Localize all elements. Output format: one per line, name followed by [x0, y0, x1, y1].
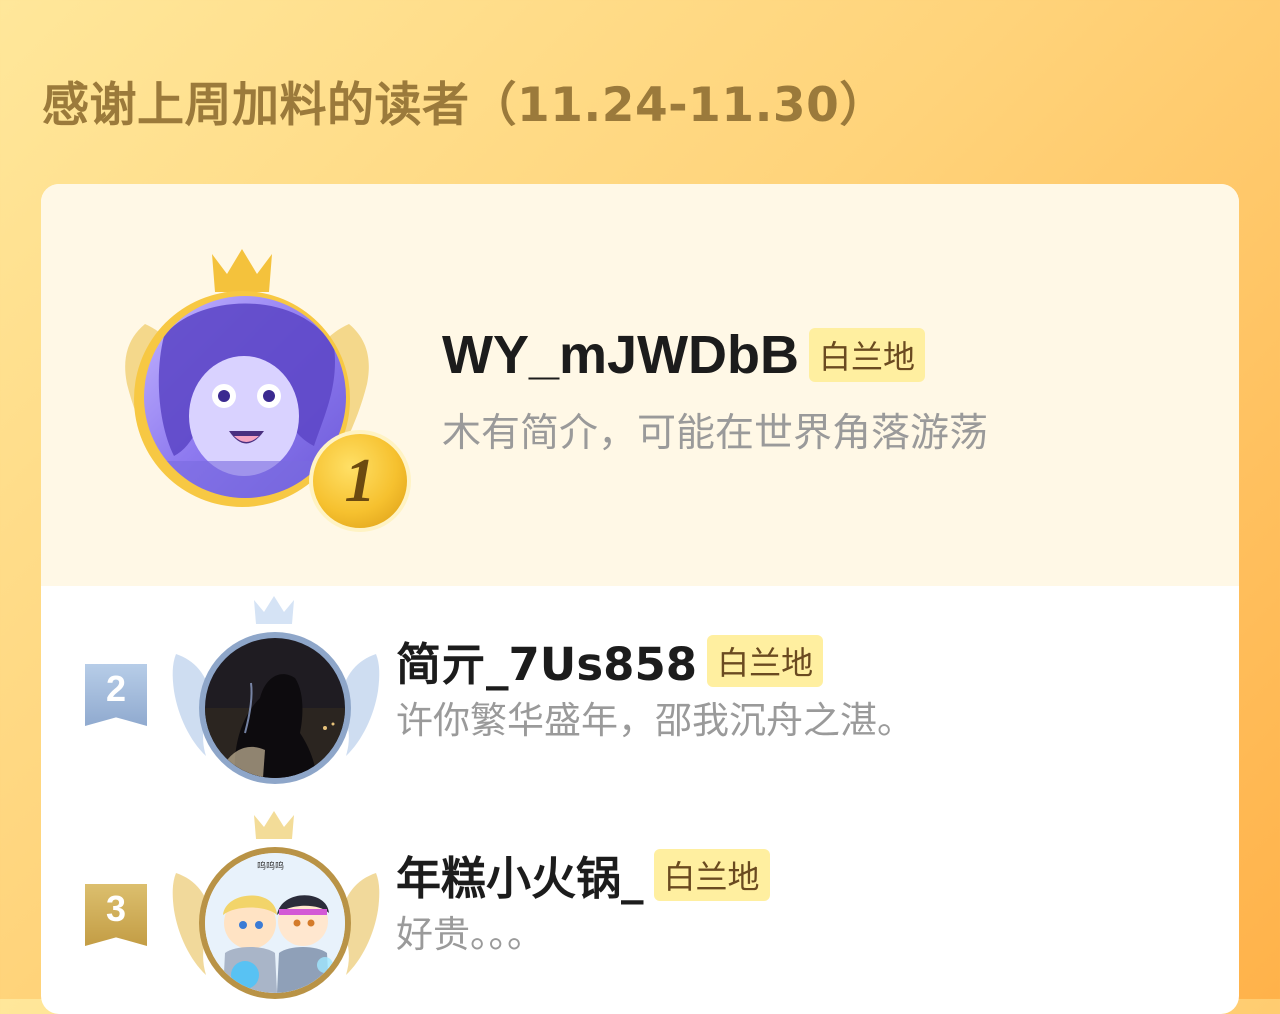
username[interactable]: 年糕小火锅_ [396, 842, 644, 907]
reader-row-3[interactable]: 3 呜呜呜 年糕小火锅_ 白兰地 好贵。。。 [41, 796, 1239, 1006]
reader-row-1[interactable]: 1 WY_mJWDbB 白兰地 木有简介，可能在世界角落游荡 [41, 184, 1239, 586]
name-line: 年糕小火锅_ 白兰地 [396, 842, 770, 907]
avatar-frame-bronze: 呜呜呜 [166, 811, 386, 1001]
avatar-frame-gold: 1 [97, 244, 411, 532]
bio-text: 好贵。。。 [396, 913, 544, 956]
avatar[interactable]: 呜呜呜 [205, 853, 345, 993]
reader-row-2[interactable]: 2 简亓_7Us858 白兰地 许你繁华盛年，邵我沉舟之湛。 [41, 586, 1239, 796]
dark-photo-avatar-icon [205, 638, 345, 778]
bio-text: 木有简介，可能在世界角落游荡 [442, 411, 989, 456]
username[interactable]: 简亓_7Us858 [396, 628, 697, 693]
avatar-frame-silver [166, 596, 386, 786]
rank-number: 3 [105, 888, 127, 929]
bio-text: 许你繁华盛年，邵我沉舟之湛。 [396, 699, 914, 742]
leaderboard-card: 1 WY_mJWDbB 白兰地 木有简介，可能在世界角落游荡 2 简亓_7Us8… [41, 184, 1239, 1014]
tier-badge: 白兰地 [809, 328, 926, 382]
page-title: 感谢上周加料的读者（11.24-11.30） [42, 78, 887, 133]
name-line: 简亓_7Us858 白兰地 [396, 628, 824, 693]
gold-medal-icon: 1 [309, 430, 411, 532]
tier-badge: 白兰地 [707, 634, 824, 687]
bronze-ribbon-icon: 3 [85, 884, 147, 946]
tier-badge: 白兰地 [653, 848, 770, 901]
name-line: WY_mJWDbB 白兰地 [442, 324, 926, 386]
chibi-couple-avatar-icon [205, 853, 345, 993]
username[interactable]: WY_mJWDbB [442, 324, 799, 386]
rank-number: 1 [344, 447, 376, 515]
avatar-caption: 呜呜呜 [257, 862, 285, 872]
rank-number: 2 [105, 668, 127, 709]
silver-ribbon-icon: 2 [85, 664, 147, 726]
avatar[interactable] [205, 638, 345, 778]
